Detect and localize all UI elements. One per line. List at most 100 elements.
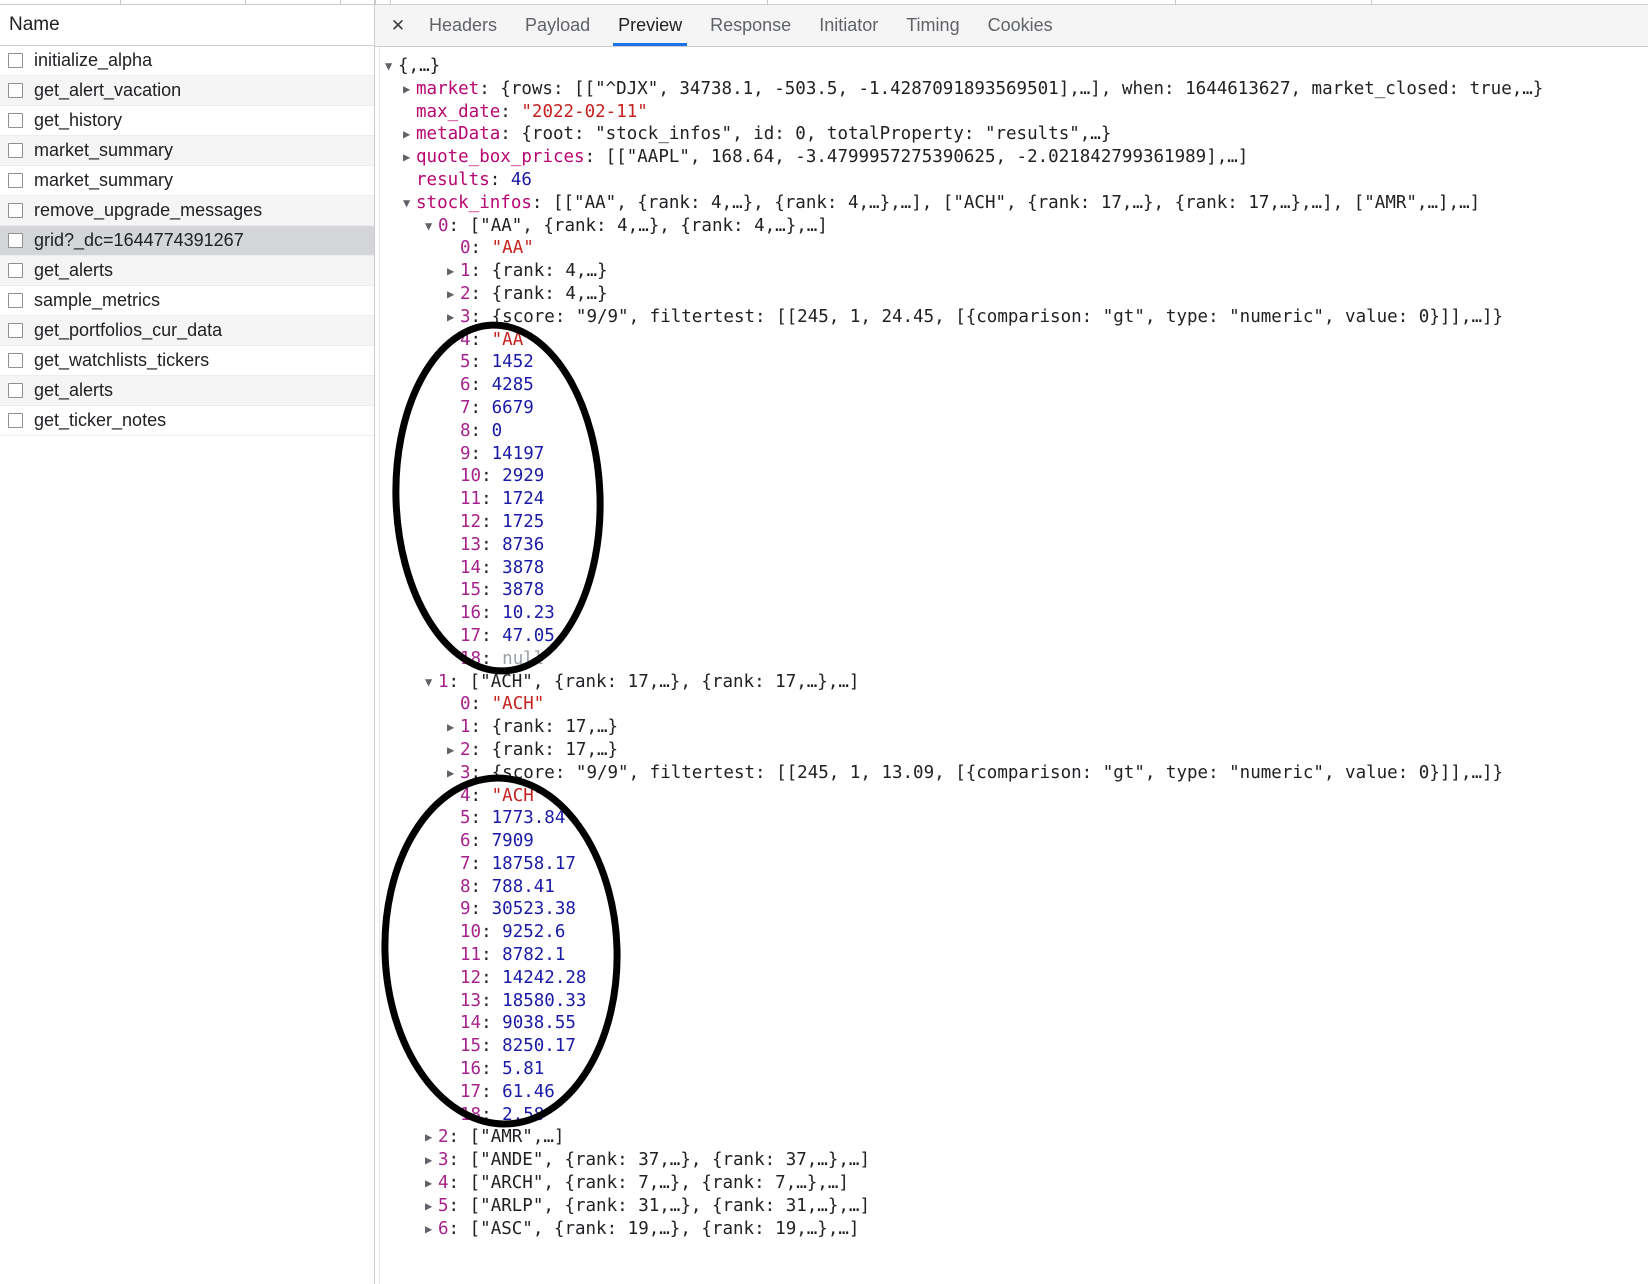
json-line-collapsed-entry[interactable]: ▶ 6: ["ASC", {rank: 19,…}, {rank: 19,…},…… (385, 1218, 1648, 1241)
request-checkbox[interactable] (8, 383, 23, 398)
disclosure-triangle[interactable]: ▶ (447, 283, 460, 306)
json-line-item[interactable]: 16: 5.81 (385, 1058, 1648, 1081)
request-checkbox[interactable] (8, 143, 23, 158)
json-line-collapsed-entry[interactable]: ▶ 4: ["ARCH", {rank: 7,…}, {rank: 7,…},…] (385, 1172, 1648, 1195)
json-line-item[interactable]: 0: "ACH" (385, 693, 1648, 716)
disclosure-triangle[interactable]: ▶ (447, 739, 460, 762)
json-line-stock-infos[interactable]: ▼ stock_infos: [["AA", {rank: 4,…}, {rank… (385, 192, 1648, 215)
json-line-max-date[interactable]: max_date: "2022-02-11" (385, 101, 1648, 124)
json-line-quote-box-prices[interactable]: ▶ quote_box_prices: [["AAPL", 168.64, -3.… (385, 146, 1648, 169)
json-line-item[interactable]: 0: "AA" (385, 237, 1648, 260)
request-checkbox[interactable] (8, 113, 23, 128)
json-line-item[interactable]: 17: 47.05 (385, 625, 1648, 648)
column-header-name[interactable]: Name (0, 5, 374, 46)
request-checkbox[interactable] (8, 83, 23, 98)
request-row[interactable]: get_history (0, 106, 374, 136)
tab-cookies[interactable]: Cookies (974, 5, 1067, 46)
json-line-item[interactable]: 13: 8736 (385, 534, 1648, 557)
request-checkbox[interactable] (8, 353, 23, 368)
json-line-item[interactable]: 10: 9252.6 (385, 921, 1648, 944)
json-line-item[interactable]: 9: 14197 (385, 443, 1648, 466)
disclosure-triangle[interactable]: ▶ (425, 1218, 438, 1241)
request-row[interactable]: get_watchlists_tickers (0, 346, 374, 376)
json-line-item[interactable]: ▶ 2: {rank: 4,…} (385, 283, 1648, 306)
json-line-item[interactable]: ▶ 3: {score: "9/9", filtertest: [[245, 1,… (385, 762, 1648, 785)
json-line-item[interactable]: 13: 18580.33 (385, 990, 1648, 1013)
json-preview-viewport[interactable]: ▼ {,…} ▶ market: {rows: [["^DJX", 34738.1, … (375, 47, 1648, 1284)
request-row[interactable]: remove_upgrade_messages (0, 196, 374, 226)
json-line-item[interactable]: 5: 1452 (385, 351, 1648, 374)
json-line-item[interactable]: 6: 7909 (385, 830, 1648, 853)
json-line-item[interactable]: 18: null (385, 648, 1648, 671)
request-row[interactable]: get_alert_vacation (0, 76, 374, 106)
request-row[interactable]: sample_metrics (0, 286, 374, 316)
request-row[interactable]: market_summary (0, 166, 374, 196)
detail-tab-bar[interactable]: ✕ Headers Payload Preview Response Initiator… (375, 5, 1648, 47)
request-checkbox[interactable] (8, 53, 23, 68)
request-row[interactable]: initialize_alpha (0, 46, 374, 76)
json-line-metadata[interactable]: ▶ metaData: {root: "stock_infos", id: 0, … (385, 123, 1648, 146)
request-row[interactable]: market_summary (0, 136, 374, 166)
json-line-item[interactable]: 10: 2929 (385, 465, 1648, 488)
json-line-item[interactable]: 4: "ACH" (385, 785, 1648, 808)
tab-preview[interactable]: Preview (604, 5, 696, 46)
json-line-item[interactable]: 11: 1724 (385, 488, 1648, 511)
json-line-item[interactable]: 12: 14242.28 (385, 967, 1648, 990)
request-checkbox[interactable] (8, 233, 23, 248)
disclosure-triangle[interactable]: ▼ (385, 55, 398, 78)
request-checkbox[interactable] (8, 323, 23, 338)
disclosure-triangle[interactable]: ▶ (447, 260, 460, 283)
json-line-entry-1[interactable]: ▼ 1: ["ACH", {rank: 17,…}, {rank: 17,…},…… (385, 671, 1648, 694)
request-checkbox[interactable] (8, 293, 23, 308)
request-checkbox[interactable] (8, 413, 23, 428)
disclosure-triangle[interactable]: ▶ (447, 716, 460, 739)
disclosure-triangle[interactable]: ▶ (425, 1149, 438, 1172)
disclosure-triangle[interactable]: ▶ (403, 123, 416, 146)
request-checkbox[interactable] (8, 263, 23, 278)
json-line-item[interactable]: 8: 788.41 (385, 876, 1648, 899)
json-line-item[interactable]: 14: 3878 (385, 557, 1648, 580)
json-line-item[interactable]: 6: 4285 (385, 374, 1648, 397)
json-line-item[interactable]: 8: 0 (385, 420, 1648, 443)
json-line-item[interactable]: ▶ 1: {rank: 4,…} (385, 260, 1648, 283)
disclosure-triangle[interactable]: ▶ (447, 762, 460, 785)
disclosure-triangle[interactable]: ▼ (403, 192, 416, 215)
json-line-item[interactable]: 15: 8250.17 (385, 1035, 1648, 1058)
json-line-item[interactable]: 11: 8782.1 (385, 944, 1648, 967)
json-line-item[interactable]: ▶ 2: {rank: 17,…} (385, 739, 1648, 762)
json-line-item[interactable]: 15: 3878 (385, 579, 1648, 602)
json-line-item[interactable]: 16: 10.23 (385, 602, 1648, 625)
json-line-collapsed-entry[interactable]: ▶ 3: ["ANDE", {rank: 37,…}, {rank: 37,…},… (385, 1149, 1648, 1172)
disclosure-triangle[interactable]: ▶ (447, 306, 460, 329)
json-line-item[interactable]: 18: 2.58 (385, 1104, 1648, 1127)
request-checkbox[interactable] (8, 173, 23, 188)
disclosure-triangle[interactable]: ▶ (425, 1126, 438, 1149)
json-line-item[interactable]: 7: 18758.17 (385, 853, 1648, 876)
tab-response[interactable]: Response (696, 5, 805, 46)
close-icon[interactable]: ✕ (381, 5, 415, 46)
request-list[interactable]: initialize_alpha get_alert_vacation get_hi… (0, 46, 374, 1284)
json-line-results[interactable]: results: 46 (385, 169, 1648, 192)
json-line-root[interactable]: ▼ {,…} (385, 55, 1648, 78)
disclosure-triangle[interactable]: ▶ (425, 1195, 438, 1218)
json-line-collapsed-entry[interactable]: ▶ 2: ["AMR",…] (385, 1126, 1648, 1149)
tab-timing[interactable]: Timing (892, 5, 973, 46)
json-line-item[interactable]: 5: 1773.84 (385, 807, 1648, 830)
json-line-collapsed-entry[interactable]: ▶ 5: ["ARLP", {rank: 31,…}, {rank: 31,…},… (385, 1195, 1648, 1218)
json-line-item[interactable]: 12: 1725 (385, 511, 1648, 534)
request-row[interactable]: get_ticker_notes (0, 406, 374, 436)
disclosure-triangle[interactable]: ▶ (425, 1172, 438, 1195)
disclosure-triangle[interactable]: ▼ (425, 215, 438, 238)
json-line-entry-0[interactable]: ▼ 0: ["AA", {rank: 4,…}, {rank: 4,…},…] (385, 215, 1648, 238)
json-line-market[interactable]: ▶ market: {rows: [["^DJX", 34738.1, -503.… (385, 78, 1648, 101)
request-row[interactable]: get_alerts (0, 256, 374, 286)
json-line-item[interactable]: ▶ 3: {score: "9/9", filtertest: [[245, 1,… (385, 306, 1648, 329)
json-line-item[interactable]: 7: 6679 (385, 397, 1648, 420)
json-line-item[interactable]: 17: 61.46 (385, 1081, 1648, 1104)
tab-headers[interactable]: Headers (415, 5, 511, 46)
tab-initiator[interactable]: Initiator (805, 5, 892, 46)
request-row[interactable]: get_portfolios_cur_data (0, 316, 374, 346)
tab-payload[interactable]: Payload (511, 5, 604, 46)
disclosure-triangle[interactable]: ▶ (403, 146, 416, 169)
request-row[interactable]: grid?_dc=1644774391267 (0, 226, 374, 256)
